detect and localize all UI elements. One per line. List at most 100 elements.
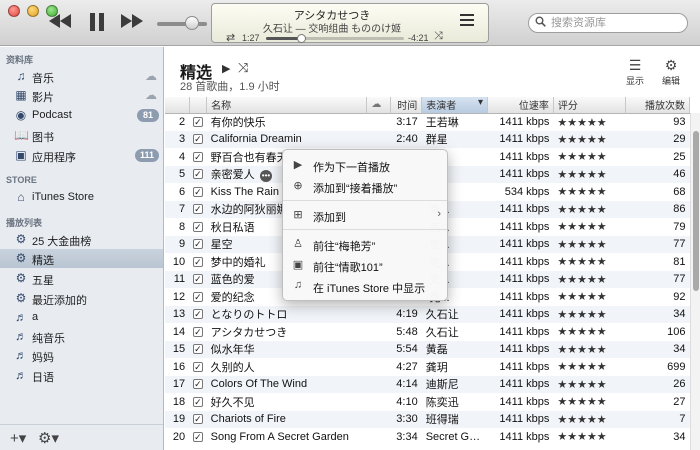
row-checkbox[interactable]: ✓ <box>189 306 207 324</box>
next-track-button[interactable] <box>121 14 143 31</box>
shuffle-icon[interactable]: ⤨ <box>434 30 443 43</box>
row-checkbox[interactable]: ✓ <box>189 376 207 394</box>
checkbox-checked[interactable]: ✓ <box>192 431 203 442</box>
menu-item-add-to[interactable]: ⊞ 添加到 › <box>283 205 447 225</box>
column-header-time[interactable]: 时间 <box>390 97 423 114</box>
checkbox-checked[interactable]: ✓ <box>192 396 203 407</box>
vertical-scrollbar[interactable] <box>690 113 700 450</box>
row-checkbox[interactable]: ✓ <box>189 428 207 446</box>
view-options-button[interactable]: ☰ 显示 <box>620 57 650 87</box>
table-row[interactable]: 3 ✓ California Dreamin 2:40 群星 1411 kbps ★★★★★… <box>165 130 690 149</box>
checkbox-checked[interactable]: ✓ <box>192 344 203 355</box>
checkbox-checked[interactable]: ✓ <box>192 239 203 250</box>
checkbox-checked[interactable]: ✓ <box>192 309 203 320</box>
column-header-index[interactable] <box>165 97 190 114</box>
table-row[interactable]: 19 ✓ Chariots of Fire 3:30 班得瑞 1411 kbps ★★★★★… <box>165 410 690 429</box>
checkbox-checked[interactable]: ✓ <box>192 221 203 232</box>
up-next-list-icon[interactable] <box>460 14 474 29</box>
sidebar-item-itunes-store[interactable]: ⌂ iTunes Store <box>0 188 163 207</box>
checkbox-checked[interactable]: ✓ <box>192 169 203 180</box>
sidebar-item-apps[interactable]: ▣ 应用程序 111 <box>0 146 163 165</box>
scrollbar-thumb[interactable] <box>693 131 699 291</box>
song-rating[interactable]: ★★★★★ <box>553 113 625 131</box>
row-checkbox[interactable]: ✓ <box>189 236 207 254</box>
sidebar-item-selected-playlist[interactable]: ⚙ 精选 <box>0 249 163 268</box>
sidebar-item-books[interactable]: 📖 图书 <box>0 126 163 145</box>
column-header-cloud[interactable]: ☁ <box>366 97 392 114</box>
row-checkbox[interactable]: ✓ <box>189 323 207 341</box>
previous-track-button[interactable] <box>49 14 71 31</box>
sidebar-item-mom[interactable]: ♬ 妈妈 <box>0 346 163 365</box>
song-rating[interactable]: ★★★★★ <box>553 201 625 219</box>
row-checkbox[interactable]: ✓ <box>189 341 207 359</box>
checkbox-checked[interactable]: ✓ <box>192 151 203 162</box>
table-row[interactable]: 14 ✓ アシタカせつき 5:48 久石让 1411 kbps ★★★★★ 106 <box>165 323 690 341</box>
row-checkbox[interactable]: ✓ <box>189 166 207 184</box>
play-pause-button[interactable] <box>88 12 106 35</box>
checkbox-checked[interactable]: ✓ <box>192 274 203 285</box>
sidebar-item-japanese[interactable]: ♬ 日语 <box>0 366 163 385</box>
song-rating[interactable]: ★★★★★ <box>553 358 625 376</box>
menu-item-add-to-up-next[interactable]: ⊕ 添加到“接着播放” <box>283 176 447 196</box>
song-rating[interactable]: ★★★★★ <box>553 306 625 324</box>
shuffle-playlist-button[interactable]: ⤨ <box>238 60 248 76</box>
song-rating[interactable]: ★★★★★ <box>553 148 625 166</box>
column-header-name[interactable]: 名称 <box>206 97 368 114</box>
song-rating[interactable]: ★★★★★ <box>553 323 625 341</box>
search-field[interactable] <box>528 13 688 33</box>
gear-icon[interactable]: ⚙▾ <box>38 429 59 447</box>
play-playlist-button[interactable]: ▶ <box>222 62 230 75</box>
sidebar-item-podcast[interactable]: ◉ Podcast 81 <box>0 106 163 125</box>
table-row[interactable]: 20 ✓ Song From A Secret Garden 3:34 Secret G… <box>165 428 690 446</box>
table-row[interactable]: 15 ✓ 似水年华 5:54 黄磊 1411 kbps ★★★★★ 34 <box>165 340 690 359</box>
checkbox-checked[interactable]: ✓ <box>192 379 203 390</box>
song-rating[interactable]: ★★★★★ <box>553 253 625 271</box>
column-header-bitrate[interactable]: 位速率 <box>487 97 554 114</box>
column-header-check[interactable] <box>189 97 208 114</box>
song-rating[interactable]: ★★★★★ <box>553 271 625 289</box>
checkbox-checked[interactable]: ✓ <box>192 361 203 372</box>
checkbox-checked[interactable]: ✓ <box>192 414 203 425</box>
song-rating[interactable]: ★★★★★ <box>553 376 625 394</box>
song-rating[interactable]: ★★★★★ <box>553 183 625 201</box>
table-row[interactable]: 17 ✓ Colors Of The Wind 4:14 迪斯尼 1411 kbps ★★★… <box>165 375 690 394</box>
sidebar-item-top-25[interactable]: ⚙ 25 大金曲榜 <box>0 230 163 249</box>
menu-item-play-next[interactable]: ▶ 作为下一首播放 <box>283 155 447 175</box>
row-checkbox[interactable]: ✓ <box>189 411 207 429</box>
table-row[interactable]: 13 ✓ となりのトトロ 4:19 久石让 1411 kbps ★★★★★ 34 <box>165 305 690 324</box>
repeat-icon[interactable]: ⇄ <box>226 31 235 44</box>
table-row[interactable]: 2 ✓ 有你的快乐 3:17 王若琳 1411 kbps ★★★★★ 93 <box>165 113 690 131</box>
search-input[interactable] <box>551 16 681 30</box>
playback-progress-bar[interactable] <box>266 34 404 43</box>
checkbox-checked[interactable]: ✓ <box>192 117 203 127</box>
minimize-window-button[interactable] <box>27 5 39 17</box>
checkbox-checked[interactable]: ✓ <box>192 204 203 215</box>
table-row[interactable]: 18 ✓ 好久不见 4:10 陈奕迅 1411 kbps ★★★★★ 27 <box>165 393 690 411</box>
edit-playlist-button[interactable]: ⚙ 编辑 <box>656 57 686 87</box>
menu-item-go-to-artist[interactable]: ♙ 前往“梅艳芳” <box>283 234 447 254</box>
row-checkbox[interactable]: ✓ <box>189 148 207 166</box>
row-checkbox[interactable]: ✓ <box>189 218 207 236</box>
song-rating[interactable]: ★★★★★ <box>553 411 625 429</box>
row-checkbox[interactable]: ✓ <box>189 358 207 376</box>
checkbox-checked[interactable]: ✓ <box>192 326 203 337</box>
sidebar-item-movies[interactable]: ▦ 影片 ☁ <box>0 86 163 105</box>
checkbox-checked[interactable]: ✓ <box>192 134 203 145</box>
row-checkbox[interactable]: ✓ <box>189 113 207 131</box>
checkbox-checked[interactable]: ✓ <box>192 256 203 267</box>
row-checkbox[interactable]: ✓ <box>189 288 207 306</box>
more-options-button[interactable]: ••• <box>260 170 272 182</box>
column-header-rating[interactable]: 评分 <box>553 97 627 114</box>
sidebar-item-five-stars[interactable]: ⚙ 五星 <box>0 269 163 288</box>
row-checkbox[interactable]: ✓ <box>189 131 207 149</box>
volume-slider[interactable] <box>157 22 207 26</box>
row-checkbox[interactable]: ✓ <box>189 253 207 271</box>
row-checkbox[interactable]: ✓ <box>189 183 207 201</box>
sidebar-item-music[interactable]: ♫ 音乐 ☁ <box>0 67 163 86</box>
song-rating[interactable]: ★★★★★ <box>553 236 625 254</box>
table-row[interactable]: 16 ✓ 久别的人 4:27 龚玥 1411 kbps ★★★★★ 699 <box>165 358 690 376</box>
playback-scrubber[interactable] <box>296 34 306 43</box>
song-rating[interactable]: ★★★★★ <box>553 166 625 184</box>
sidebar-item-playlist-a[interactable]: ♬ a <box>0 308 163 327</box>
checkbox-checked[interactable]: ✓ <box>192 291 203 302</box>
